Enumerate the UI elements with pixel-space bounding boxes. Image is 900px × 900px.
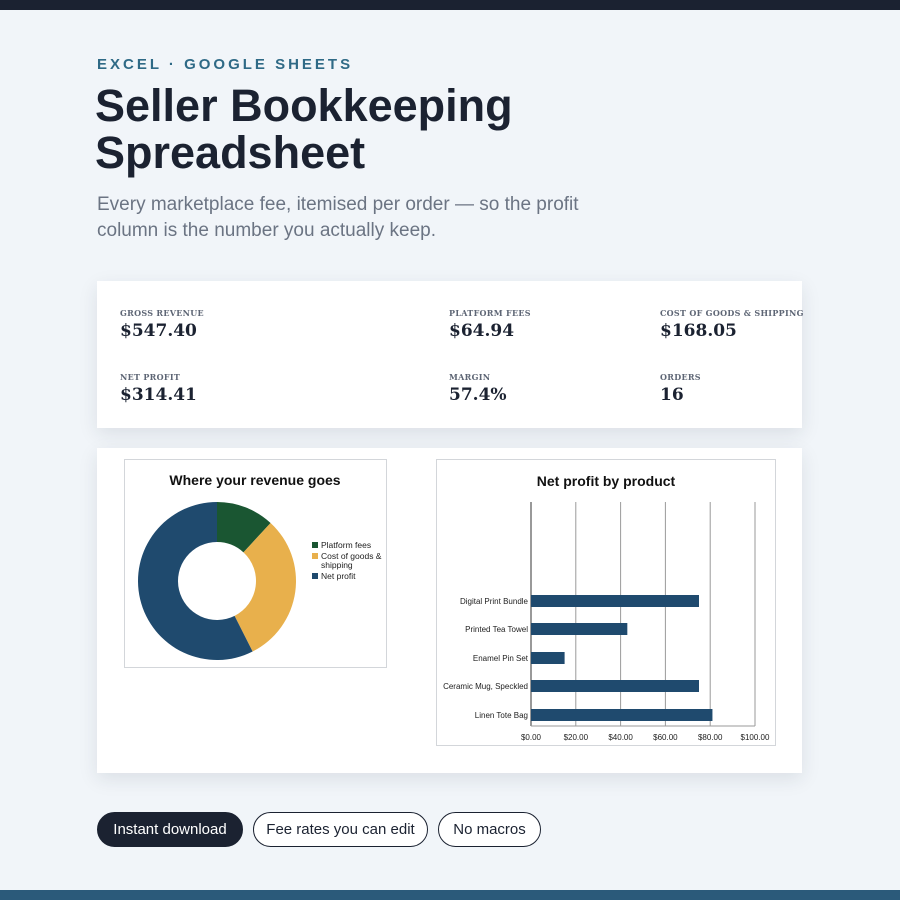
stat-value: 57.4% [449,385,507,405]
x-tick-label: $80.00 [698,733,723,742]
instant-download-button[interactable]: Instant download [97,812,243,847]
bar-chart-frame: Net profit by product $0.00 $20.00 $40.00 $6… [436,459,776,746]
stat-label: COST OF GOODS & SHIPPING [660,308,804,318]
bar [531,709,713,721]
charts-card: Where your revenue goes Platform fees Cost… [97,448,802,773]
y-category-label: Enamel Pin Set [473,654,529,663]
stat-label: GROSS REVENUE [120,308,204,318]
eyebrow-label: EXCEL · GOOGLE SHEETS [97,56,354,73]
page-subtitle: Every marketplace fee, itemised per orde… [97,194,579,241]
stat-label: MARGIN [449,372,491,382]
stat-orders: ORDERS 16 [660,372,701,405]
chart-title: Net profit by product [537,473,676,489]
bar [531,652,565,664]
stat-platform-fees: PLATFORM FEES $64.94 [449,308,531,341]
stat-value: $547.40 [120,321,197,341]
bar [531,680,699,692]
bottom-accent-bar [0,890,900,900]
x-tick-label: $0.00 [521,733,542,742]
x-tick-label: $100.00 [741,733,770,742]
stat-net-profit: NET PROFIT $314.41 [120,372,197,405]
donut-chart-frame: Where your revenue goes Platform fees Cost… [124,459,387,668]
top-accent-bar [0,0,900,10]
legend-swatch [312,553,318,559]
donut-chart: Where your revenue goes Platform feesCost… [138,472,382,660]
stat-gross-revenue: GROSS REVENUE $547.40 [120,308,204,341]
page-title: Seller Bookkeeping Spreadsheet [95,80,513,178]
legend-swatch [312,542,318,548]
stat-margin: MARGIN 57.4% [449,372,507,405]
stat-value: 16 [660,385,684,405]
stat-value: $168.05 [660,321,737,341]
stat-label: PLATFORM FEES [449,308,531,318]
stat-value: $314.41 [120,385,197,405]
chart-title: Where your revenue goes [169,472,340,488]
y-category-label: Ceramic Mug, Speckled [443,682,528,691]
y-category-label: Linen Tote Bag [475,711,528,720]
y-category-label: Printed Tea Towel [465,625,528,634]
x-tick-label: $20.00 [564,733,589,742]
legend-label: Platform fees [321,540,371,550]
legend-label: Cost of goods & shipping [321,551,382,570]
stats-card: GROSS REVENUE $547.40 PLATFORM FEES $64.… [97,281,804,428]
stat-cost-of-goods: COST OF GOODS & SHIPPING $168.05 [660,308,804,341]
stat-value: $64.94 [449,321,515,341]
no-macros-tag[interactable]: No macros [438,812,541,847]
bar [531,595,699,607]
legend-label: Net profit [321,571,356,581]
stat-label: NET PROFIT [120,372,181,382]
x-tick-label: $60.00 [653,733,678,742]
y-category-label: Digital Print Bundle [460,597,529,606]
bar-chart: Net profit by product $0.00 $20.00 $40.00 $6… [443,473,770,742]
legend-swatch [312,573,318,579]
x-tick-label: $40.00 [608,733,633,742]
fee-rates-tag[interactable]: Fee rates you can edit [253,812,428,847]
stat-label: ORDERS [660,372,701,382]
bar [531,623,628,635]
